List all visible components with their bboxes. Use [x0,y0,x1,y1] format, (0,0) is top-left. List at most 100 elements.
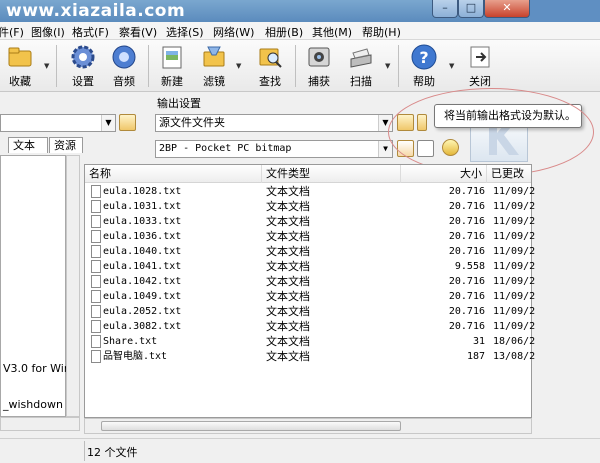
camera-icon [308,47,330,67]
help-button[interactable]: ? 帮助 [404,43,444,89]
tree-item[interactable]: _wishdown [3,398,63,411]
filter-icon [203,46,225,67]
filter-button[interactable]: 滤镜 [194,43,234,89]
text-file-icon [91,335,101,348]
menu-format[interactable]: 格式(F) [72,24,109,40]
file-date: 11/09/2 [493,276,536,287]
file-name: Share.txt [103,336,158,347]
exit-button[interactable]: 关闭 [460,43,500,89]
table-row[interactable]: eula.1042.txt 文本文档 20.716 11/09/2 [85,274,535,289]
text-file-icon [91,305,101,318]
chevron-down-icon[interactable]: ▼ [101,115,115,131]
file-date: 11/09/2 [493,261,536,272]
table-row[interactable]: eula.1041.txt 文本文档 9.558 11/09/2 [85,259,535,274]
browse-folder-icon[interactable] [119,114,136,131]
settings-label: 设置 [72,75,94,88]
menu-help[interactable]: 帮助(H) [362,24,401,40]
text-file-icon [91,185,101,198]
text-file-icon [91,200,101,213]
table-row[interactable]: eula.3082.txt 文本文档 20.716 11/09/2 [85,319,535,334]
file-type: 文本文档 [266,320,310,333]
filter-dropdown-arrow[interactable]: ▼ [236,62,241,70]
output-settings-label: 输出设置 [157,97,201,110]
capture-button[interactable]: 捕获 [299,43,339,89]
text-file-icon [91,275,101,288]
tree-horizontal-scrollbar[interactable] [0,417,80,431]
file-list[interactable]: 名称 文件类型 大小 已更改 eula.1028.txt 文本文档 20.716 11… [84,164,535,418]
file-name: eula.2052.txt [103,306,182,317]
tab-text[interactable]: 文本 [8,137,48,153]
table-row[interactable]: eula.1033.txt 文本文档 20.716 11/09/2 [85,214,535,229]
file-date: 11/09/2 [493,291,536,302]
scrollbar-thumb[interactable] [101,421,401,431]
close-button[interactable]: ✕ [484,0,530,18]
find-button[interactable]: 查找 [250,43,290,89]
new-button[interactable]: 新建 [152,43,192,89]
menu-album[interactable]: 相册(B) [265,24,303,40]
table-row[interactable]: 品智电脑.txt 文本文档 187 13/08/2 [85,349,535,364]
table-row[interactable]: eula.1040.txt 文本文档 20.716 11/09/2 [85,244,535,259]
favorites-dropdown-arrow[interactable]: ▼ [44,62,49,70]
file-name: eula.1033.txt [103,216,182,227]
file-list-horizontal-scrollbar[interactable] [84,418,532,434]
table-row[interactable]: eula.1049.txt 文本文档 20.716 11/09/2 [85,289,535,304]
text-file-icon [91,215,101,228]
menu-other[interactable]: 其他(M) [312,24,352,40]
file-name: 品智电脑.txt [103,351,168,362]
file-size: 20.716 [448,321,485,332]
audio-button[interactable]: 音频 [104,43,144,89]
favorites-button[interactable]: 收藏 [0,43,40,89]
tab-resources[interactable]: 资源 [49,137,83,153]
table-row[interactable]: eula.1036.txt 文本文档 20.716 11/09/2 [85,229,535,244]
column-modified[interactable]: 已更改 [487,165,531,183]
file-list-header: 名称 文件类型 大小 已更改 [85,165,531,183]
scan-button[interactable]: 扫描 [341,43,381,89]
help-dropdown-arrow[interactable]: ▼ [449,62,454,70]
tree-vertical-scrollbar[interactable] [66,155,80,417]
column-name[interactable]: 名称 [85,165,262,183]
folder-path-combo[interactable]: ▼ [0,114,116,132]
favorites-label: 收藏 [9,75,31,88]
menu-file[interactable]: 件(F) [0,24,24,40]
menu-select[interactable]: 选择(S) [166,24,204,40]
table-row[interactable]: eula.1031.txt 文本文档 20.716 11/09/2 [85,199,535,214]
tree-item[interactable]: V3.0 for Wir [3,362,68,375]
file-date: 11/09/2 [493,186,536,197]
scan-dropdown-arrow[interactable]: ▼ [385,62,390,70]
file-date: 13/08/2 [493,351,536,362]
menu-view[interactable]: 察看(V) [119,24,157,40]
folder-tree[interactable]: V3.0 for Wir _wishdown [0,155,68,417]
file-type: 文本文档 [266,185,310,198]
file-type: 文本文档 [266,260,310,273]
text-file-icon [91,245,101,258]
exit-icon [470,46,490,68]
file-name: eula.1041.txt [103,261,182,272]
settings-button[interactable]: 设置 [63,43,103,89]
help-label: 帮助 [413,75,435,88]
menu-image[interactable]: 图像(I) [31,24,65,40]
column-type[interactable]: 文件类型 [262,165,401,183]
table-row[interactable]: eula.2052.txt 文本文档 20.716 11/09/2 [85,304,535,319]
output-format-select[interactable]: 2BP - Pocket PC bitmap ▼ [155,140,393,158]
output-format-value: 2BP - Pocket PC bitmap [159,143,292,154]
chevron-down-icon[interactable]: ▼ [378,141,392,157]
file-name: eula.1040.txt [103,246,182,257]
output-folder-select[interactable]: 源文件文件夹 ▼ [155,114,393,132]
menu-network[interactable]: 网络(W) [213,24,254,40]
table-row[interactable]: Share.txt 文本文档 31 18/06/2 [85,334,535,349]
maximize-button[interactable]: □ [458,0,484,18]
text-file-icon [91,290,101,303]
file-date: 11/09/2 [493,216,536,227]
toolbar-separator [148,45,149,87]
file-type: 文本文档 [266,215,310,228]
file-type: 文本文档 [266,275,310,288]
toolbar-separator [295,45,296,87]
minimize-button[interactable]: – [432,0,458,18]
column-size[interactable]: 大小 [401,165,487,183]
file-date: 11/09/2 [493,201,536,212]
table-row[interactable]: eula.1028.txt 文本文档 20.716 11/09/2 [85,184,535,199]
filter-label: 滤镜 [203,75,225,88]
file-type: 文本文档 [266,245,310,258]
scan-label: 扫描 [350,75,372,88]
file-date: 11/09/2 [493,246,536,257]
